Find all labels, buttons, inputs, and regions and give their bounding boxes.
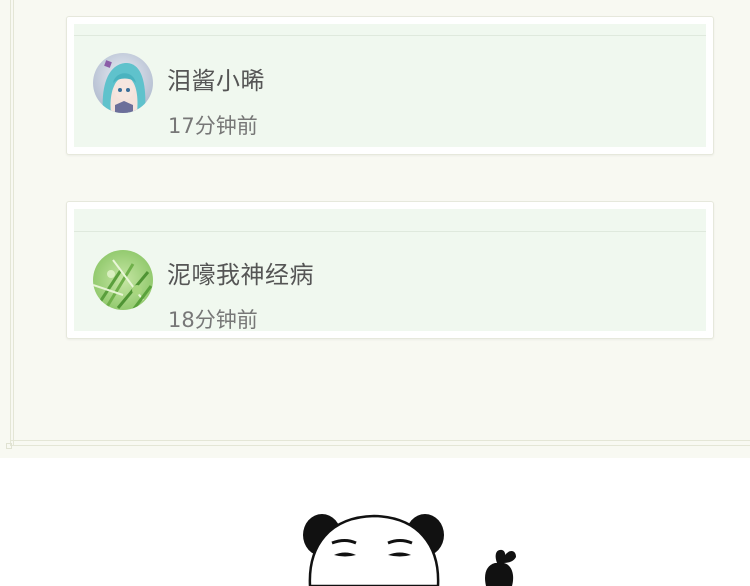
frame-border-bottom xyxy=(10,440,750,446)
comment-card[interactable]: 泥嚎我神经病 18分钟前 xyxy=(66,201,714,339)
panda-man-finger-heart-icon xyxy=(290,505,540,586)
frame-corner-mark xyxy=(6,443,12,449)
comment-username[interactable]: 泥嚎我神经病 xyxy=(167,255,314,290)
comment-username[interactable]: 泪酱小晞 xyxy=(167,61,265,96)
comment-card[interactable]: 泪酱小晞 17分钟前 xyxy=(66,16,714,155)
comment-feed-frame: 泪酱小晞 17分钟前 泥嚎我神经病 18分钟前 xyxy=(0,0,750,458)
comment-card-body: 泪酱小晞 17分钟前 xyxy=(74,24,706,147)
frame-border-left xyxy=(10,0,14,446)
anime-girl-avatar-icon[interactable] xyxy=(93,53,153,113)
screenshot-page: 泪酱小晞 17分钟前 泥嚎我神经病 18分钟前 xyxy=(0,0,750,586)
comment-card-body: 泥嚎我神经病 18分钟前 xyxy=(74,209,706,332)
green-grass-avatar-icon[interactable] xyxy=(93,250,153,310)
card-divider xyxy=(74,231,706,232)
card-divider xyxy=(74,35,706,36)
comment-timestamp: 17分钟前 xyxy=(168,114,258,138)
comment-timestamp: 18分钟前 xyxy=(168,308,258,332)
